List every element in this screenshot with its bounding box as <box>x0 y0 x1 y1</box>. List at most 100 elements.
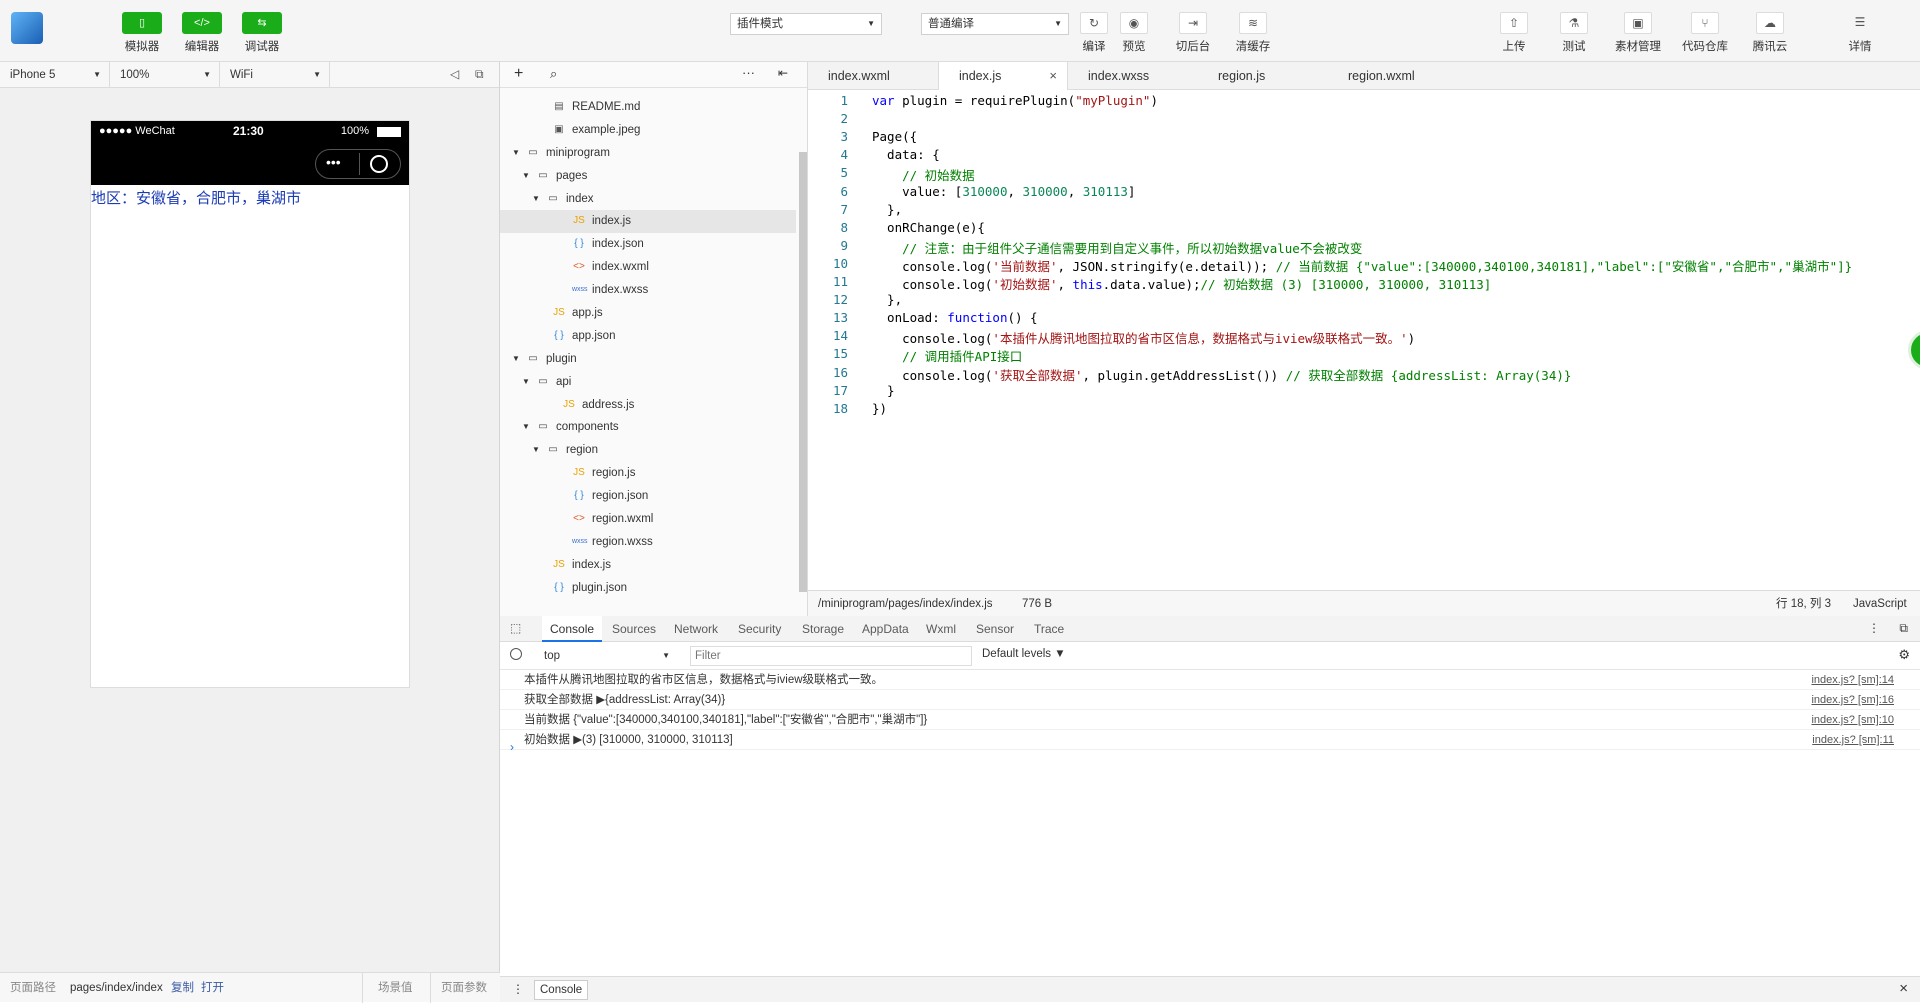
more-icon[interactable]: ··· <box>742 65 755 80</box>
params-button[interactable]: 页面参数 <box>441 973 487 1003</box>
add-icon[interactable]: + <box>514 65 523 83</box>
expand-arrow-icon[interactable]: ▼ <box>512 348 522 371</box>
close-icon[interactable]: × <box>1899 980 1908 997</box>
upload-button[interactable]: ⇧ 上传 <box>1488 12 1540 54</box>
repo-button[interactable]: ⑂ 代码仓库 <box>1679 12 1731 54</box>
debugger-button[interactable]: ⇆ 调试器 <box>236 12 288 54</box>
details-button[interactable]: ☰ 详情 <box>1834 12 1886 54</box>
context-select[interactable]: top ▼ <box>536 646 676 666</box>
code-area[interactable]: 1 var plugin = requirePlugin("myPlugin") 2… <box>808 90 1920 590</box>
devtools-tab[interactable]: Sources <box>612 616 656 642</box>
tree-item[interactable]: <> region.wxml <box>500 508 796 531</box>
simulator-button[interactable]: ▯ 模拟器 <box>116 12 168 54</box>
tree-item[interactable]: ▼ ▭ components <box>500 416 796 439</box>
scene-button[interactable]: 场景值 <box>378 973 413 1003</box>
scrollbar[interactable] <box>799 152 807 592</box>
device-select[interactable]: iPhone 5 ▼ <box>0 62 110 88</box>
undock-icon[interactable]: ⧉ <box>1899 621 1908 636</box>
tab-index-wxml[interactable]: index.wxml <box>808 62 938 90</box>
assets-button[interactable]: ▣ 素材管理 <box>1612 12 1664 54</box>
close-mini-program-icon[interactable] <box>370 155 388 173</box>
clear-cache-button[interactable]: ≋ 清缓存 <box>1227 12 1279 54</box>
kebab-icon[interactable]: ⋮ <box>512 982 524 996</box>
tree-item[interactable]: wxss region.wxss <box>500 531 796 554</box>
network-select[interactable]: WiFi ▼ <box>220 62 330 88</box>
tree-item[interactable]: JS region.js <box>500 462 796 485</box>
tree-item[interactable]: wxss index.wxss <box>500 279 796 302</box>
devtools-tab[interactable]: Network <box>674 616 718 642</box>
expand-arrow-icon[interactable]: ▼ <box>522 371 532 394</box>
devtools-tab[interactable]: Wxml <box>926 616 956 642</box>
tree-item[interactable]: { } app.json <box>500 325 796 348</box>
volume-icon[interactable]: ◁ <box>450 67 459 81</box>
console-filter-input[interactable] <box>690 646 972 666</box>
console-message[interactable]: 本插件从腾讯地图拉取的省市区信息，数据格式与iview级联格式一致。 index.… <box>500 670 1920 690</box>
preview-button[interactable]: ◉ 预览 <box>1108 12 1160 54</box>
devtools-tab[interactable]: Sensor <box>976 616 1014 642</box>
region-text[interactable]: 地区：安徽省，合肥市，巢湖市 <box>91 185 409 208</box>
console-message[interactable]: 获取全部数据 ▶{addressList: Array(34)} index.js… <box>500 690 1920 710</box>
devtools-tab[interactable]: Security <box>738 616 781 642</box>
tree-item[interactable]: { } plugin.json <box>500 577 796 600</box>
clear-console-icon[interactable] <box>510 648 522 660</box>
mode-select[interactable]: 插件模式 ▼ <box>730 13 882 35</box>
console-prompt[interactable]: › <box>510 740 514 754</box>
devtools-tab[interactable]: AppData <box>862 616 909 642</box>
console-message[interactable]: 当前数据 {"value":[340000,340100,340181],"la… <box>500 710 1920 730</box>
tree-item[interactable]: JS index.js <box>500 554 796 577</box>
tree-item[interactable]: JS app.js <box>500 302 796 325</box>
tab-index-js[interactable]: index.js × <box>938 62 1068 90</box>
expand-arrow-icon[interactable]: ▼ <box>532 188 542 211</box>
kebab-icon[interactable]: ⋮ <box>1868 621 1880 635</box>
close-icon[interactable]: × <box>1049 62 1057 90</box>
collapse-icon[interactable]: ⇤ <box>778 66 788 80</box>
tree-item[interactable]: ▼ ▭ region <box>500 439 796 462</box>
tencent-cloud-button[interactable]: ☁ 腾讯云 <box>1744 12 1796 54</box>
zoom-select[interactable]: 100% ▼ <box>110 62 220 88</box>
tree-item[interactable]: { } index.json <box>500 233 796 256</box>
tab-region-js[interactable]: region.js <box>1198 62 1328 90</box>
tree-item[interactable]: ▼ ▭ plugin <box>500 348 796 371</box>
capsule-button[interactable]: ••• <box>315 149 401 179</box>
devtools-tab[interactable]: Storage <box>802 616 844 642</box>
devtools-tab[interactable]: Console <box>542 616 603 642</box>
tree-item[interactable]: JS index.js <box>500 210 796 234</box>
background-button[interactable]: ⇥ 切后台 <box>1167 12 1219 54</box>
source-link[interactable]: index.js? [sm]:10 <box>1811 710 1894 730</box>
tab-index-wxss[interactable]: index.wxss <box>1068 62 1198 90</box>
drawer-tab-console[interactable]: Console <box>534 980 589 1000</box>
devtools-tab[interactable]: Trace <box>1034 616 1064 642</box>
expand-arrow-icon[interactable]: ▼ <box>532 439 542 462</box>
tree-item[interactable]: ▼ ▭ api <box>500 371 796 394</box>
popout-icon[interactable]: ⧉ <box>475 67 484 82</box>
open-link[interactable]: 打开 <box>201 973 224 1003</box>
compile-select[interactable]: 普通编译 ▼ <box>921 13 1069 35</box>
tree-item[interactable]: ▼ ▭ pages <box>500 165 796 188</box>
tree-item[interactable]: ▤ README.md <box>500 96 796 119</box>
test-button[interactable]: ⚗ 测试 <box>1548 12 1600 54</box>
source-link[interactable]: index.js? [sm]:16 <box>1811 690 1894 710</box>
tab-label: region.js <box>1218 69 1266 83</box>
tree-item[interactable]: JS address.js <box>500 394 796 417</box>
copy-link[interactable]: 复制 <box>171 973 194 1003</box>
expand-arrow-icon[interactable]: ▼ <box>512 142 522 165</box>
cursor-position[interactable]: 行 18, 列 3 <box>1776 591 1831 617</box>
console-message[interactable]: 初始数据 ▶(3) [310000, 310000, 310113] index.… <box>500 730 1920 750</box>
inspect-icon[interactable]: ⬚ <box>510 621 521 635</box>
expand-arrow-icon[interactable]: ▼ <box>522 416 532 439</box>
levels-select[interactable]: Default levels ▼ <box>982 648 1066 660</box>
source-link[interactable]: index.js? [sm]:14 <box>1811 670 1894 690</box>
tree-item[interactable]: <> index.wxml <box>500 256 796 279</box>
tree-item[interactable]: ▼ ▭ miniprogram <box>500 142 796 165</box>
more-icon[interactable]: ••• <box>326 154 341 170</box>
gear-icon[interactable]: ⚙ <box>1898 647 1910 663</box>
expand-arrow-icon[interactable]: ▼ <box>522 165 532 188</box>
tree-item[interactable]: ▼ ▭ index <box>500 188 796 211</box>
tree-item[interactable]: ▣ example.jpeg <box>500 119 796 142</box>
source-link[interactable]: index.js? [sm]:11 <box>1812 730 1894 750</box>
search-icon[interactable]: ⌕ <box>550 66 557 82</box>
language-mode[interactable]: JavaScript <box>1853 591 1907 617</box>
tab-region-wxml[interactable]: region.wxml <box>1328 62 1458 90</box>
tree-item[interactable]: { } region.json <box>500 485 796 508</box>
editor-button[interactable]: </> 编辑器 <box>176 12 228 54</box>
